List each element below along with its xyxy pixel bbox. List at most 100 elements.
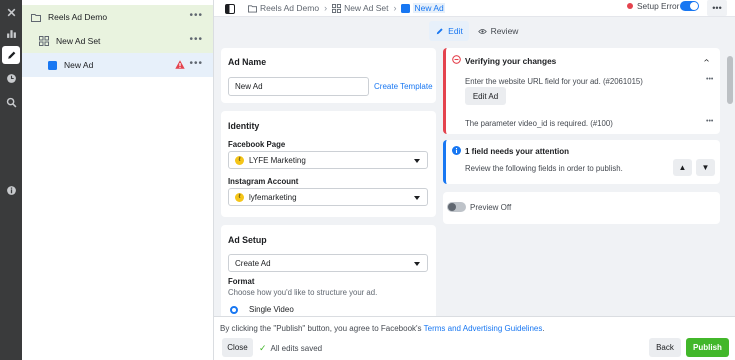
check-icon: ✓	[259, 343, 267, 353]
instagram-account-value: lyfemarketing	[249, 192, 297, 202]
next-field-button[interactable]: ▼	[696, 159, 715, 176]
terms-prefix: By clicking the "Publish" button, you ag…	[220, 324, 422, 333]
scrollbar[interactable]	[725, 44, 735, 316]
mode-bar: Edit Review	[214, 17, 735, 45]
more-options-icon[interactable]: •••	[706, 118, 713, 125]
more-options-icon[interactable]: •••	[189, 35, 203, 45]
search-icon[interactable]	[2, 93, 20, 111]
info-icon	[452, 146, 461, 155]
campaign-toggle[interactable]	[680, 1, 699, 11]
radio-selected[interactable]	[230, 305, 238, 314]
ad-setup-select[interactable]: Create Ad	[228, 254, 428, 272]
back-button[interactable]: Back	[649, 338, 681, 357]
verify-title: Verifying your changes	[465, 56, 557, 66]
toggle-knob	[448, 203, 456, 211]
tree-item-adset[interactable]: New Ad Set •••	[22, 29, 213, 53]
clock-icon[interactable]	[2, 69, 20, 87]
ad-name-title: Ad Name	[228, 57, 267, 67]
tree-item-campaign[interactable]: Reels Ad Demo •••	[22, 5, 213, 29]
grid-icon	[332, 3, 342, 13]
review-button[interactable]: Review	[476, 21, 520, 41]
toggle-knob	[690, 2, 698, 10]
caret-down-icon	[414, 196, 420, 200]
breadcrumb-adset[interactable]: New Ad Set	[332, 3, 388, 13]
preview-label: Preview Off	[470, 203, 512, 212]
facebook-page-value: LYFE Marketing	[249, 155, 306, 165]
bottom-bar: By clicking the "Publish" button, you ag…	[214, 316, 735, 360]
facebook-page-select[interactable]: ℓ LYFE Marketing	[228, 151, 428, 169]
preview-panel: Preview Off	[443, 192, 720, 224]
edit-button[interactable]: Edit	[429, 21, 469, 41]
attention-title: 1 field needs your attention	[465, 147, 570, 156]
verify-changes-panel: Verifying your changes › Enter the websi…	[443, 48, 720, 134]
attention-message: Review the following fields in order to …	[465, 164, 623, 173]
more-options-icon[interactable]: •••	[189, 59, 203, 69]
breadcrumb-label: New Ad Set	[344, 3, 389, 13]
tree-item-label: New Ad Set	[56, 36, 101, 46]
chevron-right-icon: ›	[393, 3, 397, 13]
save-status-label: All edits saved	[270, 344, 323, 353]
pencil-icon[interactable]	[2, 46, 20, 64]
warning-icon	[175, 60, 185, 69]
campaign-tree: Reels Ad Demo ••• New Ad Set ••• New Ad …	[22, 0, 214, 360]
more-options-icon[interactable]: •••	[707, 0, 727, 16]
caret-down-icon	[414, 262, 420, 266]
format-option-label: Single Video	[249, 305, 294, 314]
info-icon[interactable]	[2, 181, 20, 199]
page-avatar-icon: ℓ	[235, 155, 244, 165]
terms-text: By clicking the "Publish" button, you ag…	[220, 324, 545, 333]
create-template-link[interactable]: Create Template	[374, 82, 433, 91]
scrollbar-thumb[interactable]	[727, 56, 733, 104]
instagram-account-select[interactable]: ℓ lyfemarketing	[228, 188, 428, 206]
edit-label: Edit	[448, 26, 463, 36]
account-avatar-icon: ℓ	[235, 192, 244, 202]
terms-link[interactable]: Terms and Advertising Guidelines	[424, 324, 543, 333]
review-label: Review	[490, 26, 519, 36]
chart-icon[interactable]	[2, 24, 20, 42]
verify-message-2: The parameter video_id is required. (#10…	[465, 119, 613, 128]
edit-ad-button[interactable]: Edit Ad	[465, 87, 506, 105]
ad-name-input[interactable]: New Ad	[228, 77, 369, 96]
more-options-icon[interactable]: •••	[189, 11, 203, 21]
format-option-single-video[interactable]: Single Video	[230, 305, 294, 314]
breadcrumb-campaign[interactable]: Reels Ad Demo	[248, 3, 319, 13]
setup-status: Setup Error	[627, 0, 679, 11]
identity-title: Identity	[228, 121, 260, 131]
close-icon[interactable]	[2, 3, 20, 21]
chevron-up-icon[interactable]: ›	[701, 59, 712, 62]
instagram-account-label: Instagram Account	[228, 177, 299, 186]
format-help-text: Choose how you'd like to structure your …	[228, 288, 378, 297]
ad-setup-card: Ad Setup Create Ad Format Choose how you…	[221, 225, 436, 320]
caret-down-icon	[414, 159, 420, 163]
top-bar: Reels Ad Demo › New Ad Set › New Ad Setu…	[214, 0, 735, 17]
setup-error-label: Setup Error	[637, 0, 680, 11]
ad-name-card: Ad Name New Ad Create Template	[221, 48, 436, 103]
publish-button[interactable]: Publish	[686, 338, 729, 357]
chevron-up-icon: ▲	[678, 163, 687, 172]
previous-field-button[interactable]: ▲	[673, 159, 692, 176]
save-status: ✓ All edits saved	[259, 343, 322, 354]
breadcrumb: Reels Ad Demo › New Ad Set › New Ad	[248, 0, 445, 16]
ad-setup-title: Ad Setup	[228, 235, 267, 245]
close-button[interactable]: Close	[222, 338, 253, 357]
error-circle-icon	[452, 55, 461, 64]
chevron-right-icon: ›	[324, 3, 328, 13]
terms-suffix: .	[542, 324, 545, 333]
breadcrumb-ad[interactable]: New Ad	[401, 3, 445, 13]
tree-item-label: Reels Ad Demo	[48, 12, 108, 22]
format-label: Format	[228, 277, 255, 286]
breadcrumb-label: Reels Ad Demo	[260, 3, 320, 13]
ad-icon	[401, 3, 411, 13]
chevron-down-icon: ▼	[701, 163, 710, 172]
tree-item-ad[interactable]: New Ad •••	[22, 53, 213, 77]
error-dot-icon	[627, 2, 633, 9]
ad-setup-value: Create Ad	[235, 258, 271, 268]
facebook-page-label: Facebook Page	[228, 140, 286, 149]
grid-icon	[39, 36, 49, 46]
identity-card: Identity Facebook Page ℓ LYFE Marketing …	[221, 111, 436, 217]
preview-toggle[interactable]	[447, 202, 466, 212]
tree-item-label: New Ad	[64, 60, 94, 70]
folder-icon	[248, 4, 257, 13]
toggle-panel-icon[interactable]	[223, 2, 236, 15]
more-options-icon[interactable]: •••	[706, 76, 713, 83]
